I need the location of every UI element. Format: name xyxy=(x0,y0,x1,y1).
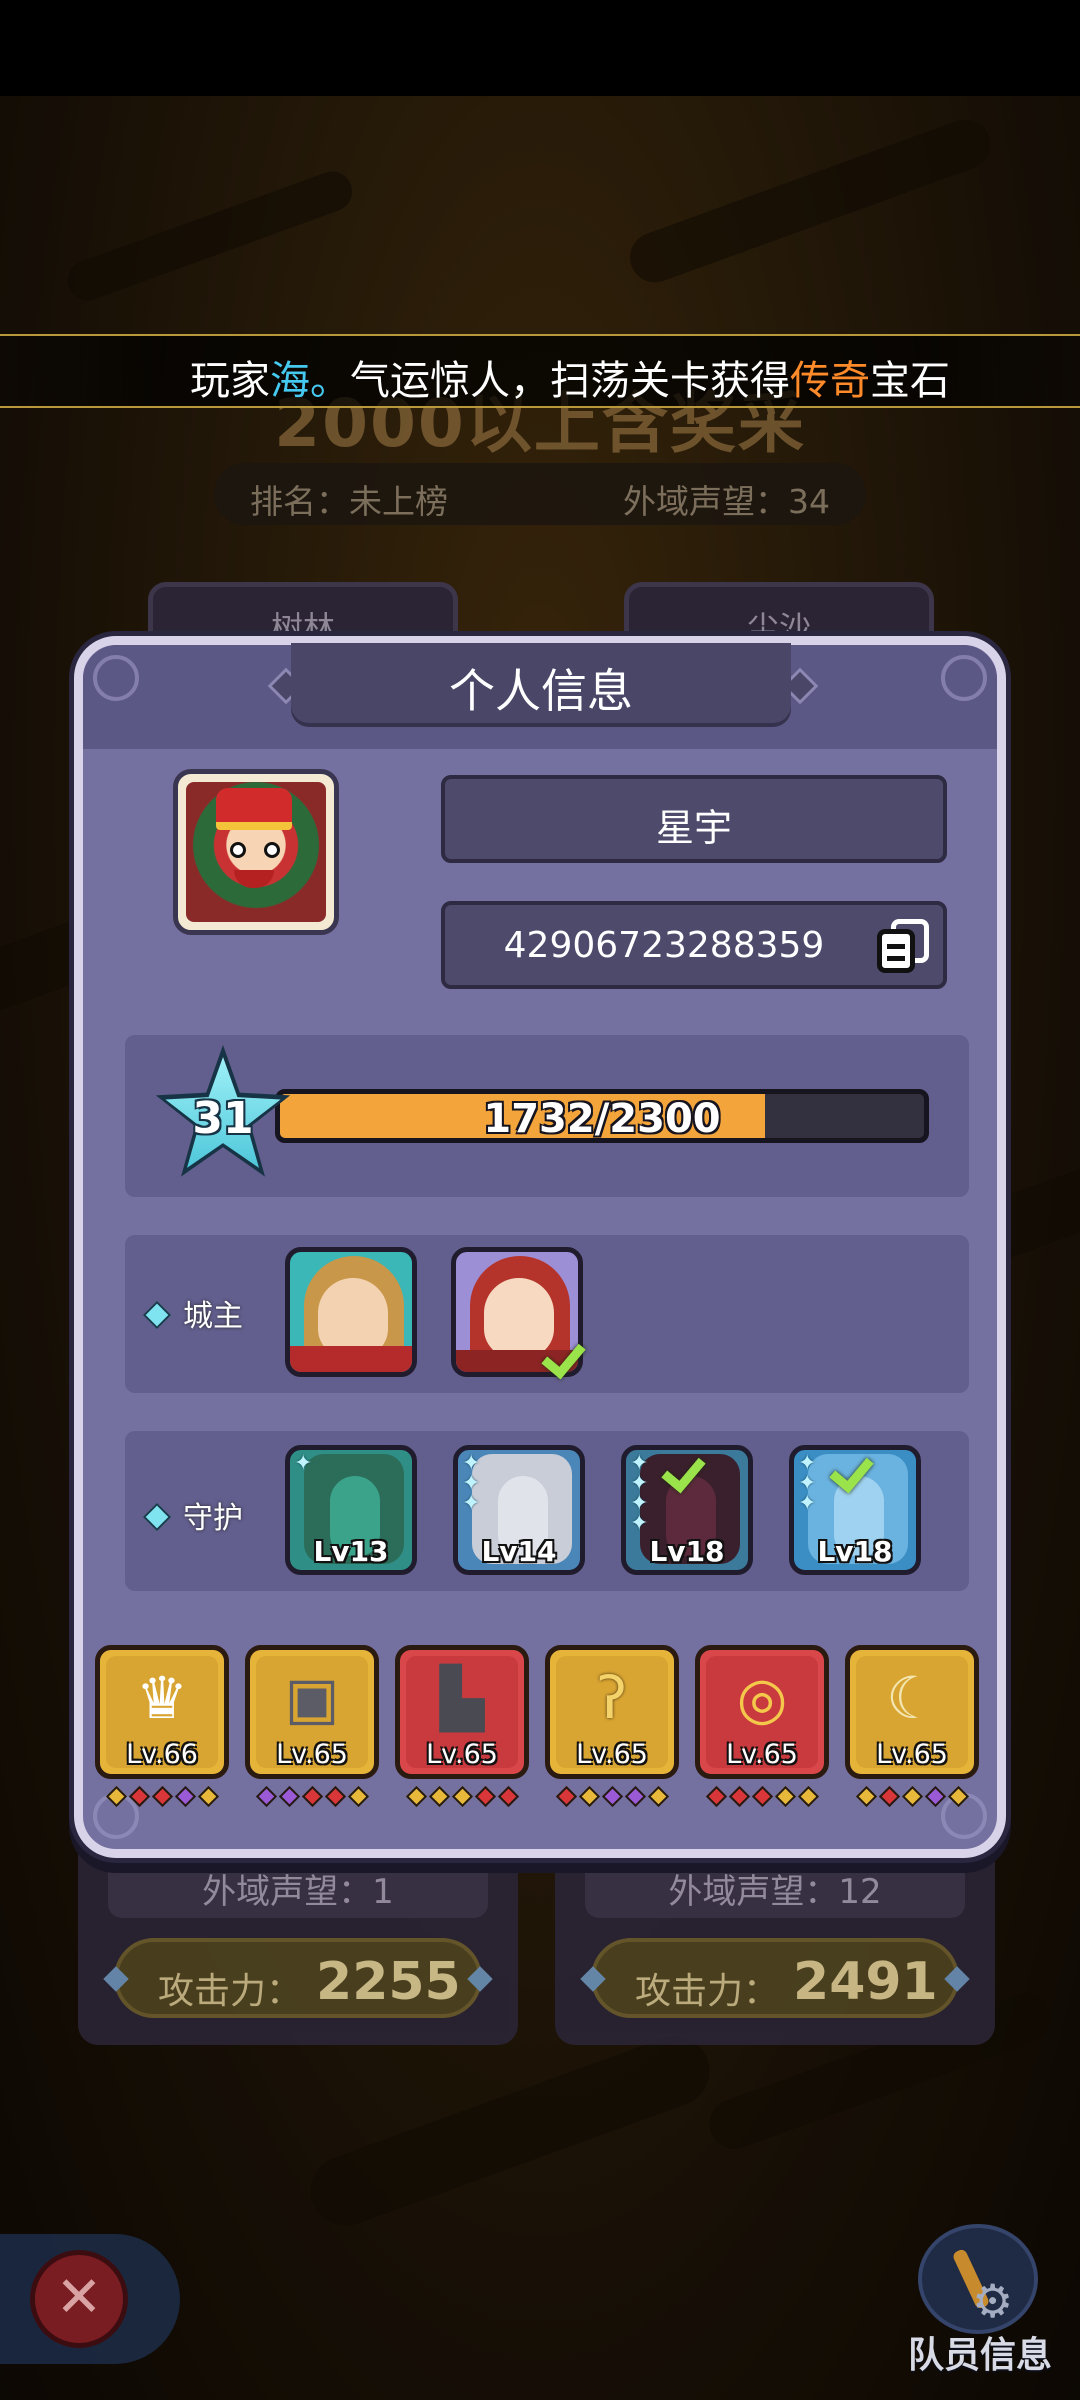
equipment-slot[interactable]: ♛ Lv.66 xyxy=(95,1645,229,1779)
guardian-panel: 守护 ✦ Lv13 ✦ ✦ ✦ Lv14 ✦ ✦ ✦ ✦ Lv18 ✦ ✦ ✦ Lv18 xyxy=(125,1431,969,1591)
diamond-icon xyxy=(142,1502,172,1531)
player-level: 31 xyxy=(192,1093,254,1144)
marquee-prefix: 玩家 xyxy=(190,358,270,404)
equipment-slot[interactable]: ▙ Lv.65 xyxy=(395,1645,529,1779)
star-rank: ✦ ✦ ✦ ✦ xyxy=(630,1451,649,1536)
fame-label: 外域声望：34 xyxy=(623,482,830,521)
attack-label: 攻击力： xyxy=(158,1971,303,2012)
personal-info-dialog: 个人信息 星宇 42906723288359 1732/2300 31 城主 守… xyxy=(74,636,1006,1858)
rank-bar: 排名：未上榜 外域声望：34 xyxy=(214,463,866,525)
marquee-middle: 气运惊人，扫荡关卡获得 xyxy=(350,358,790,404)
star-rank: ✦ xyxy=(294,1451,313,1476)
team-card-left[interactable]: 外域声望：1 攻击力： 2255 xyxy=(78,1830,518,2045)
guardian-level: Lv14 xyxy=(481,1535,557,1568)
equipment-slot[interactable]: ☾ Lv.65 xyxy=(845,1645,979,1779)
equipment-level: Lv.65 xyxy=(876,1739,948,1770)
gear-icon: ⚙ xyxy=(972,2274,1014,2328)
equipment-level: Lv.65 xyxy=(276,1739,348,1770)
equipment-level: Lv.66 xyxy=(126,1739,198,1770)
player-name: 星宇 xyxy=(441,775,947,863)
selected-check-icon xyxy=(833,1449,877,1489)
lord-label: 城主 xyxy=(142,1291,243,1335)
team-card-right[interactable]: 外域声望：12 攻击力： 2491 xyxy=(555,1830,995,2045)
attack-value: 2255 xyxy=(316,1952,461,2012)
equipment-level: Lv.65 xyxy=(726,1739,798,1770)
gem-slots xyxy=(245,1785,379,1811)
equipment-level: Lv.65 xyxy=(576,1739,648,1770)
xp-text: 1732/2300 xyxy=(483,1096,721,1142)
lord-panel: 城主 xyxy=(125,1235,969,1393)
attack-label: 攻击力： xyxy=(635,1971,780,2012)
armor-icon: ▣ xyxy=(284,1664,340,1732)
selected-check-icon xyxy=(545,1335,589,1375)
announcement-marquee: 玩家海。气运惊人，扫荡关卡获得传奇宝石 xyxy=(0,334,1080,408)
equipment-slot[interactable]: ▣ Lv.65 xyxy=(245,1645,379,1779)
star-rank: ✦ ✦ ✦ xyxy=(798,1451,817,1516)
guard-label-text: 守护 xyxy=(183,1501,243,1536)
marquee-suffix: 宝石 xyxy=(870,358,950,404)
player-id: 42906723288359 xyxy=(503,925,825,966)
boots-icon: ▙ xyxy=(439,1664,485,1732)
guardian-portrait[interactable]: ✦ ✦ ✦ Lv14 xyxy=(453,1445,585,1575)
attack-power: 攻击力： 2491 xyxy=(591,1938,959,2018)
equipment-level: Lv.65 xyxy=(426,1739,498,1770)
team-fame: 外域声望：12 xyxy=(585,1852,965,1918)
marquee-player: 海。 xyxy=(270,358,350,404)
corner-ornament xyxy=(93,655,139,701)
guardian-portrait[interactable]: ✦ Lv13 xyxy=(285,1445,417,1575)
close-button[interactable]: ✕ xyxy=(30,2250,128,2348)
team-info-label: 队员信息 xyxy=(907,2335,1052,2376)
amulet-icon: ☾ xyxy=(886,1664,938,1732)
avatar[interactable] xyxy=(173,769,339,935)
attack-power: 攻击力： 2255 xyxy=(114,1938,482,2018)
gem-slots xyxy=(95,1785,229,1811)
staff-icon: ʔ xyxy=(597,1664,627,1732)
attack-value: 2491 xyxy=(793,1952,938,2012)
gem-slots xyxy=(545,1785,679,1811)
xp-progress-bar: 1732/2300 xyxy=(275,1089,929,1143)
equipment-slot[interactable]: ◎ Lv.65 xyxy=(695,1645,829,1779)
team-info-button[interactable]: ⚙ 队员信息 xyxy=(900,2218,1070,2378)
star-rank: ✦ ✦ ✦ xyxy=(462,1451,481,1516)
equipment-slot[interactable]: ʔ Lv.65 xyxy=(545,1645,679,1779)
diamond-icon xyxy=(142,1300,172,1329)
gem-slots xyxy=(845,1785,979,1811)
level-star-icon: 31 xyxy=(153,1045,293,1185)
avatar-image xyxy=(186,782,326,922)
corner-ornament xyxy=(941,655,987,701)
selected-check-icon xyxy=(665,1449,709,1489)
copy-icon[interactable] xyxy=(877,919,931,975)
dialog-title: 个人信息 xyxy=(291,643,791,723)
crown-icon: ♛ xyxy=(136,1664,188,1732)
level-panel: 1732/2300 31 xyxy=(125,1035,969,1197)
gem-slots xyxy=(695,1785,829,1811)
gem-slots xyxy=(395,1785,529,1811)
guardian-level: Lv18 xyxy=(817,1535,893,1568)
player-id-box: 42906723288359 xyxy=(441,901,947,989)
guardian-level: Lv13 xyxy=(313,1535,389,1568)
guard-label: 守护 xyxy=(142,1493,243,1537)
lord-portrait[interactable] xyxy=(285,1247,417,1377)
lord-label-text: 城主 xyxy=(183,1299,243,1334)
ring-icon: ◎ xyxy=(736,1664,788,1732)
team-fame: 外域声望：1 xyxy=(108,1852,488,1918)
rank-label: 排名：未上榜 xyxy=(250,482,448,521)
guardian-level: Lv18 xyxy=(649,1535,725,1568)
marquee-rarity: 传奇 xyxy=(790,358,870,404)
